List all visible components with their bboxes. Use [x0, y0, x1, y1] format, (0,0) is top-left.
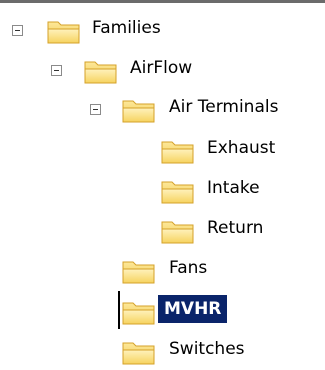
- tree-node-airflow[interactable]: AirFlow: [0, 54, 325, 86]
- folder-tree[interactable]: Families AirFlow Air Terminals Exhaust I…: [0, 0, 325, 370]
- folder-icon: [83, 56, 119, 86]
- tree-node-air-terminals[interactable]: Air Terminals: [0, 93, 325, 125]
- collapse-minus-icon[interactable]: [51, 65, 62, 76]
- tree-node-label-selected[interactable]: MVHR: [158, 295, 228, 323]
- tree-node-mvhr[interactable]: MVHR: [0, 291, 325, 329]
- tree-node-label[interactable]: AirFlow: [127, 54, 195, 82]
- collapse-minus-icon[interactable]: [12, 25, 23, 36]
- collapse-minus-icon[interactable]: [90, 104, 101, 115]
- tree-node-return[interactable]: Return: [0, 214, 325, 246]
- folder-icon: [121, 256, 157, 286]
- folder-icon: [46, 16, 82, 46]
- folder-icon: [160, 136, 196, 166]
- folder-icon: [121, 95, 157, 125]
- folder-icon: [121, 297, 157, 327]
- tree-node-switches[interactable]: Switches: [0, 335, 325, 367]
- tree-node-label[interactable]: Intake: [204, 174, 263, 202]
- tree-node-label[interactable]: Families: [89, 14, 164, 42]
- tree-node-families[interactable]: Families: [0, 14, 325, 46]
- tree-node-label[interactable]: Return: [204, 214, 266, 242]
- tree-node-exhaust[interactable]: Exhaust: [0, 134, 325, 166]
- tree-node-label[interactable]: Air Terminals: [166, 93, 281, 121]
- folder-icon: [160, 176, 196, 206]
- focus-indicator: [118, 291, 120, 329]
- tree-node-fans[interactable]: Fans: [0, 254, 325, 286]
- folder-icon: [121, 337, 157, 367]
- tree-node-label[interactable]: Fans: [166, 254, 210, 282]
- tree-node-intake[interactable]: Intake: [0, 174, 325, 206]
- tree-node-label[interactable]: Exhaust: [204, 134, 278, 162]
- folder-icon: [160, 216, 196, 246]
- tree-node-label[interactable]: Switches: [166, 335, 248, 363]
